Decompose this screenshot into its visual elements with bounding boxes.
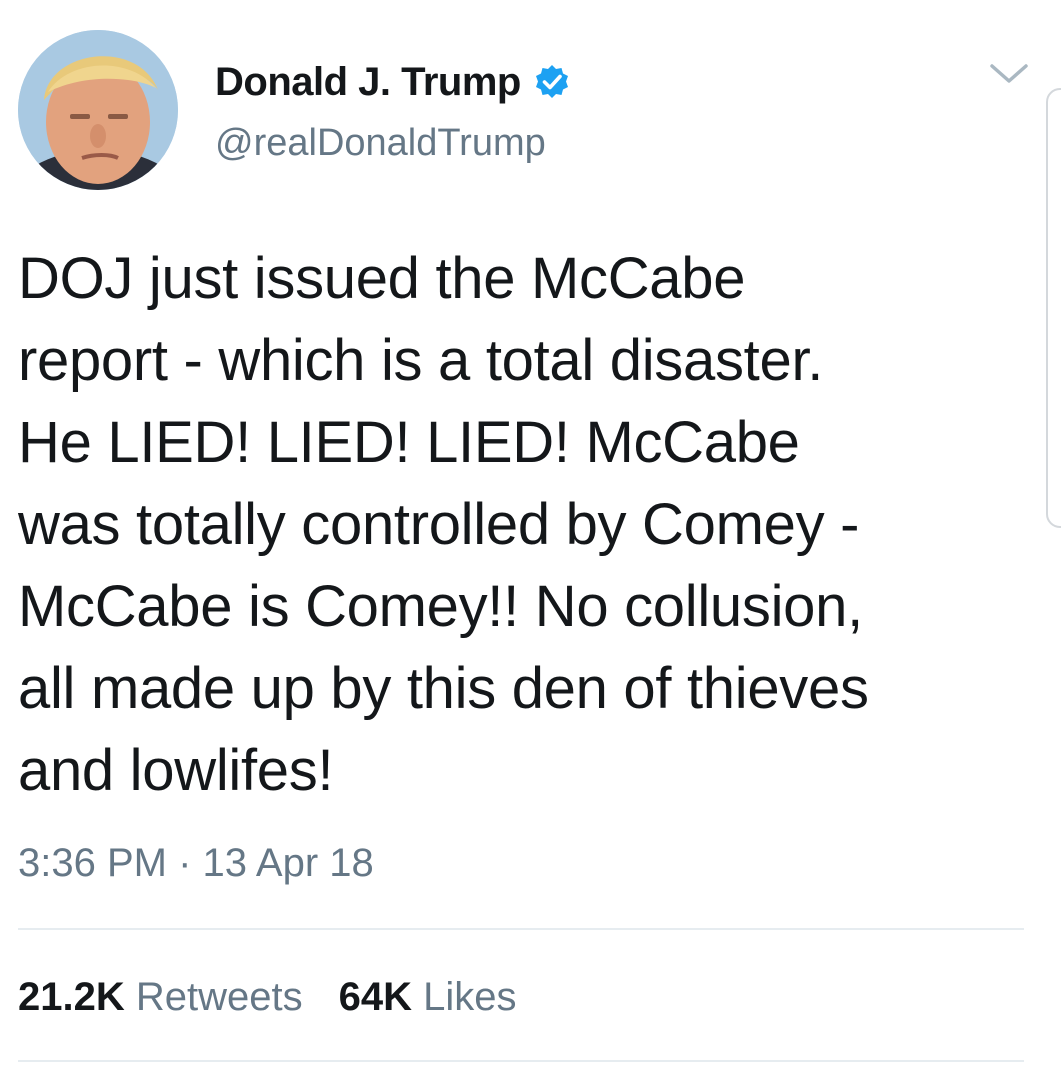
divider [18,1060,1024,1062]
author-name-text: Donald J. Trump [215,60,521,104]
tweet-text: DOJ just issued the McCabe report - whic… [18,246,869,803]
tweet-timestamp[interactable]: 3:36 PM · 13 Apr 18 [18,838,374,888]
retweets-count: 21.2K [18,975,125,1019]
likes-label: Likes [423,975,517,1019]
divider [18,928,1024,930]
avatar[interactable] [18,30,178,190]
likes-stat[interactable]: 64K Likes [339,975,517,1019]
likes-count: 64K [338,975,413,1019]
retweets-label: Retweets [135,975,303,1019]
tweet-stats: 21.2K Retweets 64K Likes [18,972,517,1022]
retweets-stat[interactable]: 21.2K Retweets [18,975,303,1019]
avatar-image [18,30,178,190]
scrollbar[interactable] [1046,88,1061,528]
verified-badge-icon [533,63,571,101]
author-handle[interactable]: @realDonaldTrump [215,120,546,166]
author-display-name[interactable]: Donald J. Trump [215,58,571,106]
chevron-down-icon[interactable] [986,58,1032,88]
